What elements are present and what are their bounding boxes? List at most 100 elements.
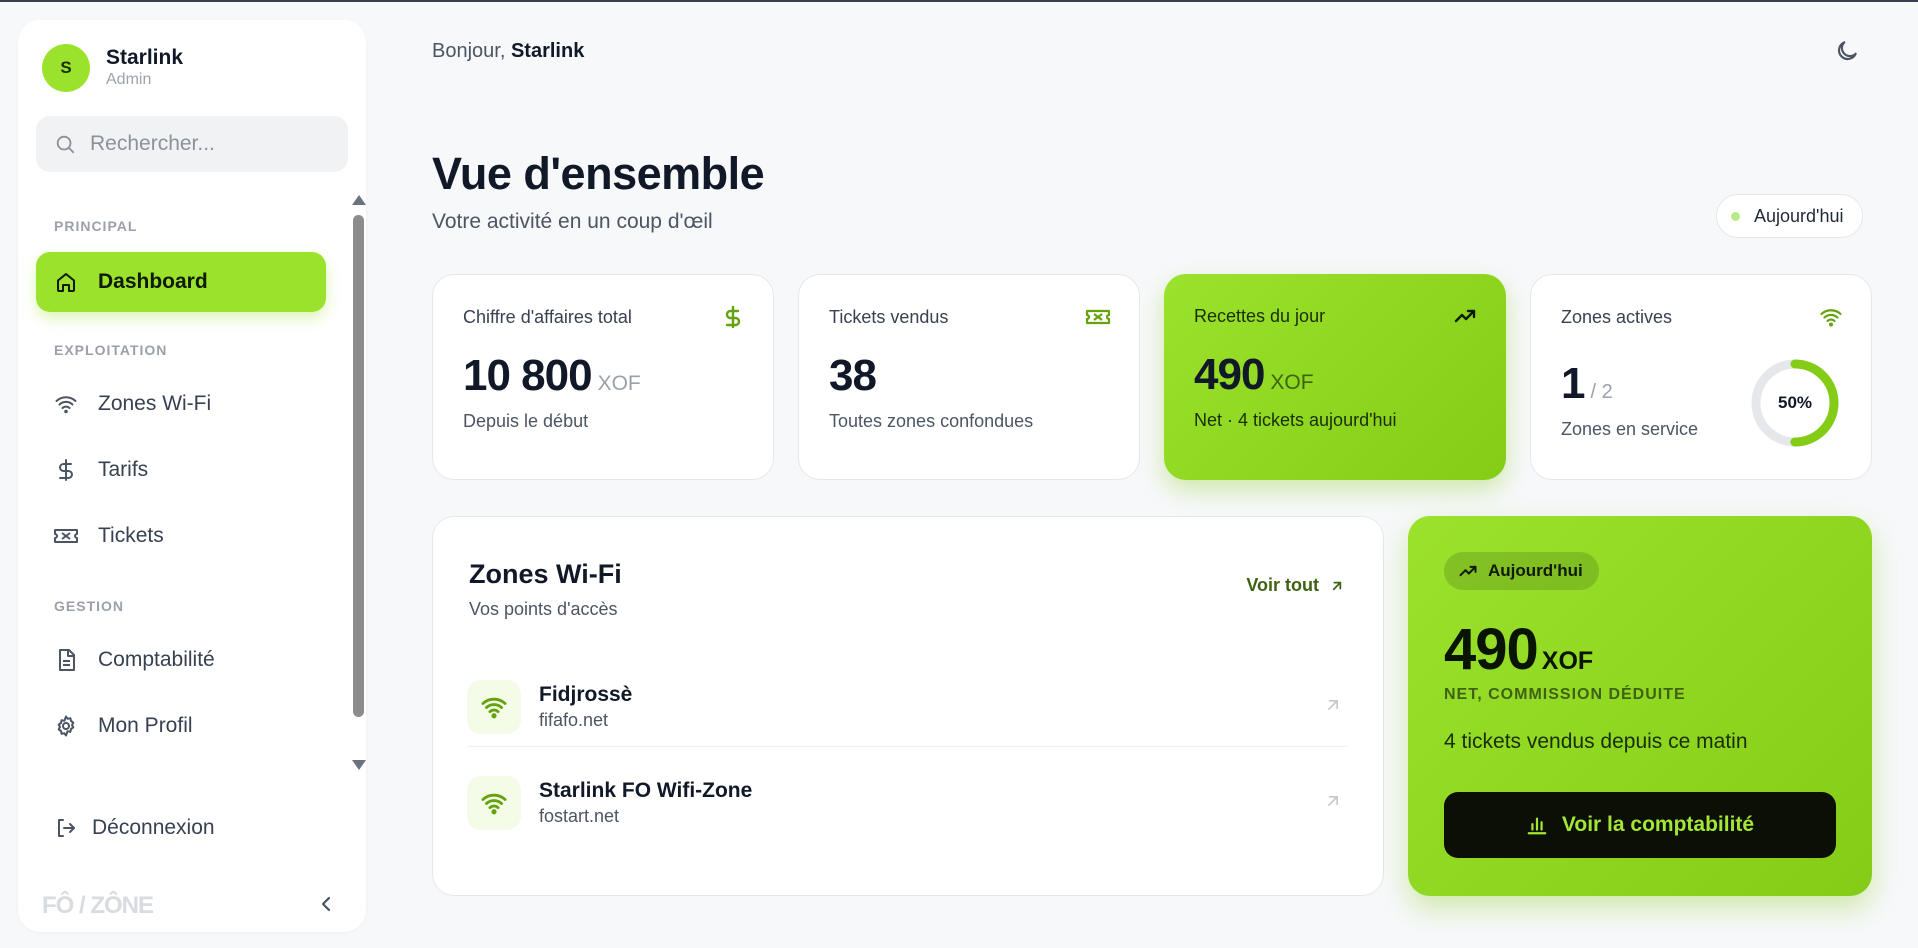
theme-toggle-button[interactable] — [1834, 38, 1860, 69]
zone-name: Fidjrossè — [539, 682, 633, 706]
chevron-left-icon — [321, 896, 331, 912]
zones-card: Zones Wi-Fi Vos points d'accès Voir tout… — [432, 516, 1384, 896]
arrow-up-right-icon[interactable] — [1323, 791, 1343, 811]
sidebar-item-label: Mon Profil — [98, 714, 193, 737]
stat-sub: Net · 4 tickets aujourd'hui — [1194, 410, 1397, 430]
scroll-thumb[interactable] — [353, 215, 364, 717]
user-profile[interactable]: S Starlink Admin — [42, 44, 183, 92]
zones-title: Zones Wi-Fi — [469, 559, 622, 589]
search-input[interactable] — [90, 132, 330, 156]
ticket-icon — [1085, 305, 1111, 334]
stat-card-active-zones: Zones actives 1/ 2 Zones en service 50% — [1530, 274, 1872, 480]
sidebar-item-label: Zones Wi-Fi — [98, 392, 212, 415]
greeting: Bonjour, Starlink — [432, 40, 584, 63]
nav-section-exploitation: EXPLOITATION — [54, 342, 168, 358]
list-item[interactable]: Starlink FO Wifi-Zone fostart.net — [467, 763, 1347, 843]
zones-subtitle: Vos points d'accès — [469, 599, 618, 619]
sidebar-item-tickets[interactable]: Tickets — [36, 506, 326, 566]
period-filter-button[interactable]: Aujourd'hui — [1716, 194, 1863, 238]
search-icon — [56, 135, 75, 154]
logout-label: Déconnexion — [92, 816, 215, 839]
sidebar-item-label: Comptabilité — [98, 648, 215, 671]
brand-logo: FÔ / ZÔNE — [42, 892, 154, 919]
zone-domain: fostart.net — [539, 806, 620, 826]
scroll-down-arrow-icon[interactable] — [352, 760, 366, 770]
stat-value: 1/ 2 — [1561, 359, 1613, 409]
wifi-icon — [52, 392, 80, 416]
stat-unit: XOF — [597, 372, 641, 395]
stat-card-revenue: Chiffre d'affaires total 10 800 XOF Depui… — [432, 274, 774, 480]
see-all-label: Voir tout — [1246, 575, 1319, 595]
sidebar-item-dashboard[interactable]: Dashboard — [36, 252, 326, 312]
stat-unit: XOF — [1270, 371, 1314, 394]
nav-section-principal: PRINCIPAL — [54, 218, 138, 234]
collapse-sidebar-button[interactable] — [314, 892, 338, 921]
page-title: Vue d'ensemble — [432, 148, 765, 199]
search-box[interactable] — [36, 116, 348, 172]
moon-icon — [1837, 41, 1857, 61]
today-badge: Aujourd'hui — [1444, 552, 1599, 590]
nav-section-gestion: GESTION — [54, 598, 125, 614]
today-value: 490 XOF — [1444, 616, 1593, 683]
sidebar-item-label: Tarifs — [98, 458, 149, 481]
document-icon — [52, 648, 80, 672]
dollar-icon — [52, 458, 80, 482]
logout-button[interactable]: Déconnexion — [54, 816, 215, 840]
logout-icon — [58, 819, 75, 837]
stat-card-tickets: Tickets vendus 38 Toutes zones confondue… — [798, 274, 1140, 480]
stat-sub: Toutes zones confondues — [829, 411, 1034, 431]
progress-percent: 50% — [1777, 393, 1813, 412]
arrow-up-right-icon[interactable] — [1323, 695, 1343, 715]
sidebar-item-zones-wifi[interactable]: Zones Wi-Fi — [36, 374, 326, 434]
sidebar-item-comptabilite[interactable]: Comptabilité — [36, 630, 326, 690]
sidebar-item-label: Tickets — [98, 524, 164, 547]
stat-number: 38 — [829, 351, 877, 400]
sidebar: S Starlink Admin PRINCIPAL Dashboard EXP… — [18, 20, 366, 932]
sidebar-item-mon-profil[interactable]: Mon Profil — [36, 696, 326, 756]
ticket-icon — [52, 524, 80, 548]
stat-value: 38 — [829, 351, 877, 401]
see-all-link[interactable]: Voir tout — [1246, 575, 1345, 596]
dollar-icon — [721, 305, 745, 334]
zone-domain: fifafo.net — [539, 709, 609, 730]
list-item[interactable]: Fidjrossè fifafo.net — [467, 667, 1347, 747]
today-caption: NET, COMMISSION DÉDUITE — [1444, 686, 1686, 703]
stat-number: 1 — [1561, 359, 1586, 408]
stat-label: Chiffre d'affaires total — [463, 307, 632, 327]
stat-sub: Depuis le début — [463, 411, 589, 431]
stat-label: Tickets vendus — [829, 307, 949, 327]
trending-up-icon — [1452, 304, 1478, 333]
period-label: Aujourd'hui — [1754, 205, 1844, 226]
greeting-user: Starlink — [510, 40, 585, 62]
wifi-icon — [1819, 305, 1843, 334]
today-summary-card: Aujourd'hui 490 XOF NET, COMMISSION DÉDUI… — [1408, 516, 1872, 896]
status-dot — [1731, 211, 1740, 221]
wifi-icon — [467, 776, 521, 830]
home-icon — [52, 270, 80, 294]
avatar: S — [42, 44, 90, 92]
view-accounting-label: Voir la comptabilité — [1561, 813, 1755, 836]
sidebar-scrollbar[interactable] — [348, 195, 368, 795]
stat-label: Zones actives — [1561, 307, 1673, 327]
wifi-icon — [467, 679, 521, 734]
gear-icon — [52, 714, 80, 738]
stat-sub: Zones en service — [1561, 419, 1699, 439]
stat-value: 490 XOF — [1194, 350, 1314, 400]
today-unit: XOF — [1541, 647, 1594, 675]
zone-name: Starlink FO Wifi-Zone — [539, 779, 753, 802]
bar-chart-icon — [1527, 817, 1547, 835]
stat-value: 10 800 XOF — [463, 351, 641, 401]
sidebar-item-tarifs[interactable]: Tarifs — [36, 440, 326, 500]
user-name: Starlink — [106, 46, 184, 69]
stat-number: 10 800 — [463, 351, 593, 400]
stat-label: Recettes du jour — [1194, 306, 1326, 326]
scroll-up-arrow-icon[interactable] — [352, 195, 366, 205]
user-role: Admin — [106, 71, 152, 88]
page-subtitle: Votre activité en un coup d'œil — [432, 210, 713, 233]
sidebar-item-label: Dashboard — [98, 270, 208, 293]
stat-card-daily-revenue: Recettes du jour 490 XOF Net · 4 tickets … — [1164, 274, 1506, 480]
today-badge-label: Aujourd'hui — [1488, 561, 1583, 580]
greeting-text: Bonjour, — [432, 40, 506, 62]
trending-up-icon — [1459, 565, 1477, 577]
view-accounting-button[interactable]: Voir la comptabilité — [1444, 792, 1836, 858]
